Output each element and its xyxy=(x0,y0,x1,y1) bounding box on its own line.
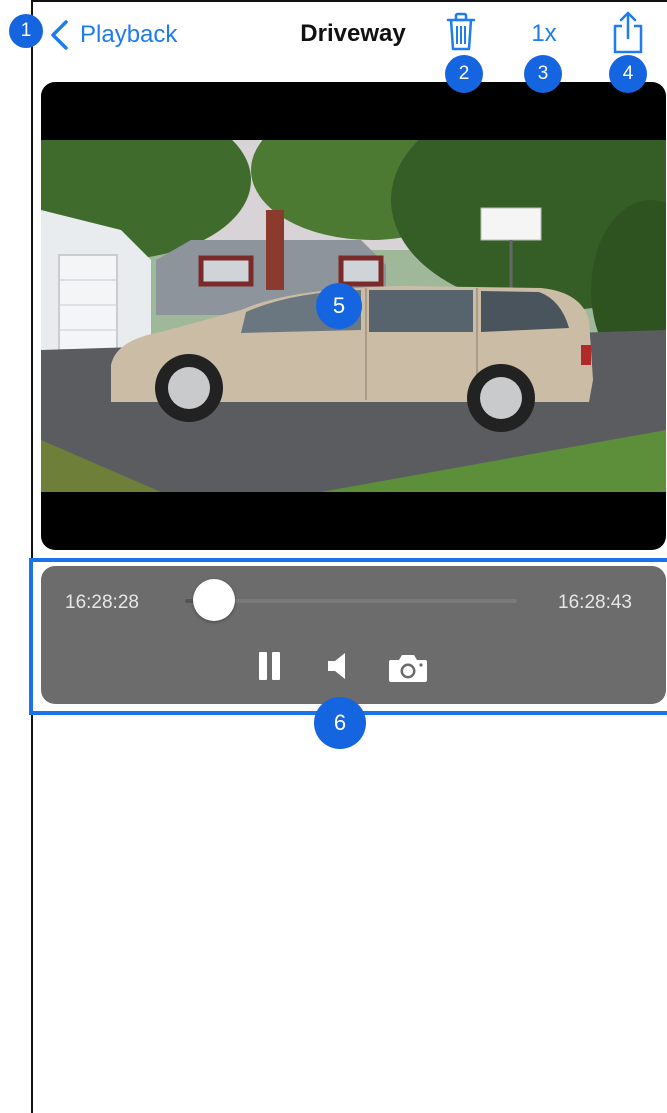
top-rule xyxy=(31,0,667,2)
trash-icon xyxy=(446,12,476,51)
end-time-label: 16:28:43 xyxy=(558,592,632,613)
page-border xyxy=(31,0,33,1113)
current-time-label: 16:28:28 xyxy=(65,592,139,613)
playback-speed-button[interactable]: 1x xyxy=(524,20,564,48)
annotation-badge-4: 4 xyxy=(609,55,647,93)
annotation-badge-1: 1 xyxy=(9,14,43,48)
camera-icon xyxy=(389,655,427,682)
annotation-badge-6: 6 xyxy=(314,697,366,749)
pause-icon-bar xyxy=(272,652,280,680)
annotation-badge-5: 5 xyxy=(316,283,362,329)
annotation-badge-2: 2 xyxy=(445,55,483,93)
share-icon xyxy=(613,11,643,54)
back-button[interactable]: Playback xyxy=(48,18,177,52)
timeline-slider-thumb[interactable] xyxy=(193,579,235,621)
speaker-icon xyxy=(328,653,345,679)
pause-button[interactable] xyxy=(259,652,281,680)
annotation-badge-3: 3 xyxy=(524,55,562,93)
snapshot-button[interactable] xyxy=(387,652,429,684)
playback-controls: 16:28:28 16:28:43 xyxy=(41,566,666,704)
share-button[interactable] xyxy=(610,10,646,54)
page-title: Driveway xyxy=(300,20,406,47)
delete-button[interactable] xyxy=(445,12,477,52)
volume-button[interactable] xyxy=(325,650,349,682)
back-button-label: Playback xyxy=(80,21,178,48)
pause-icon xyxy=(259,652,267,680)
chevron-left-icon xyxy=(51,20,68,50)
